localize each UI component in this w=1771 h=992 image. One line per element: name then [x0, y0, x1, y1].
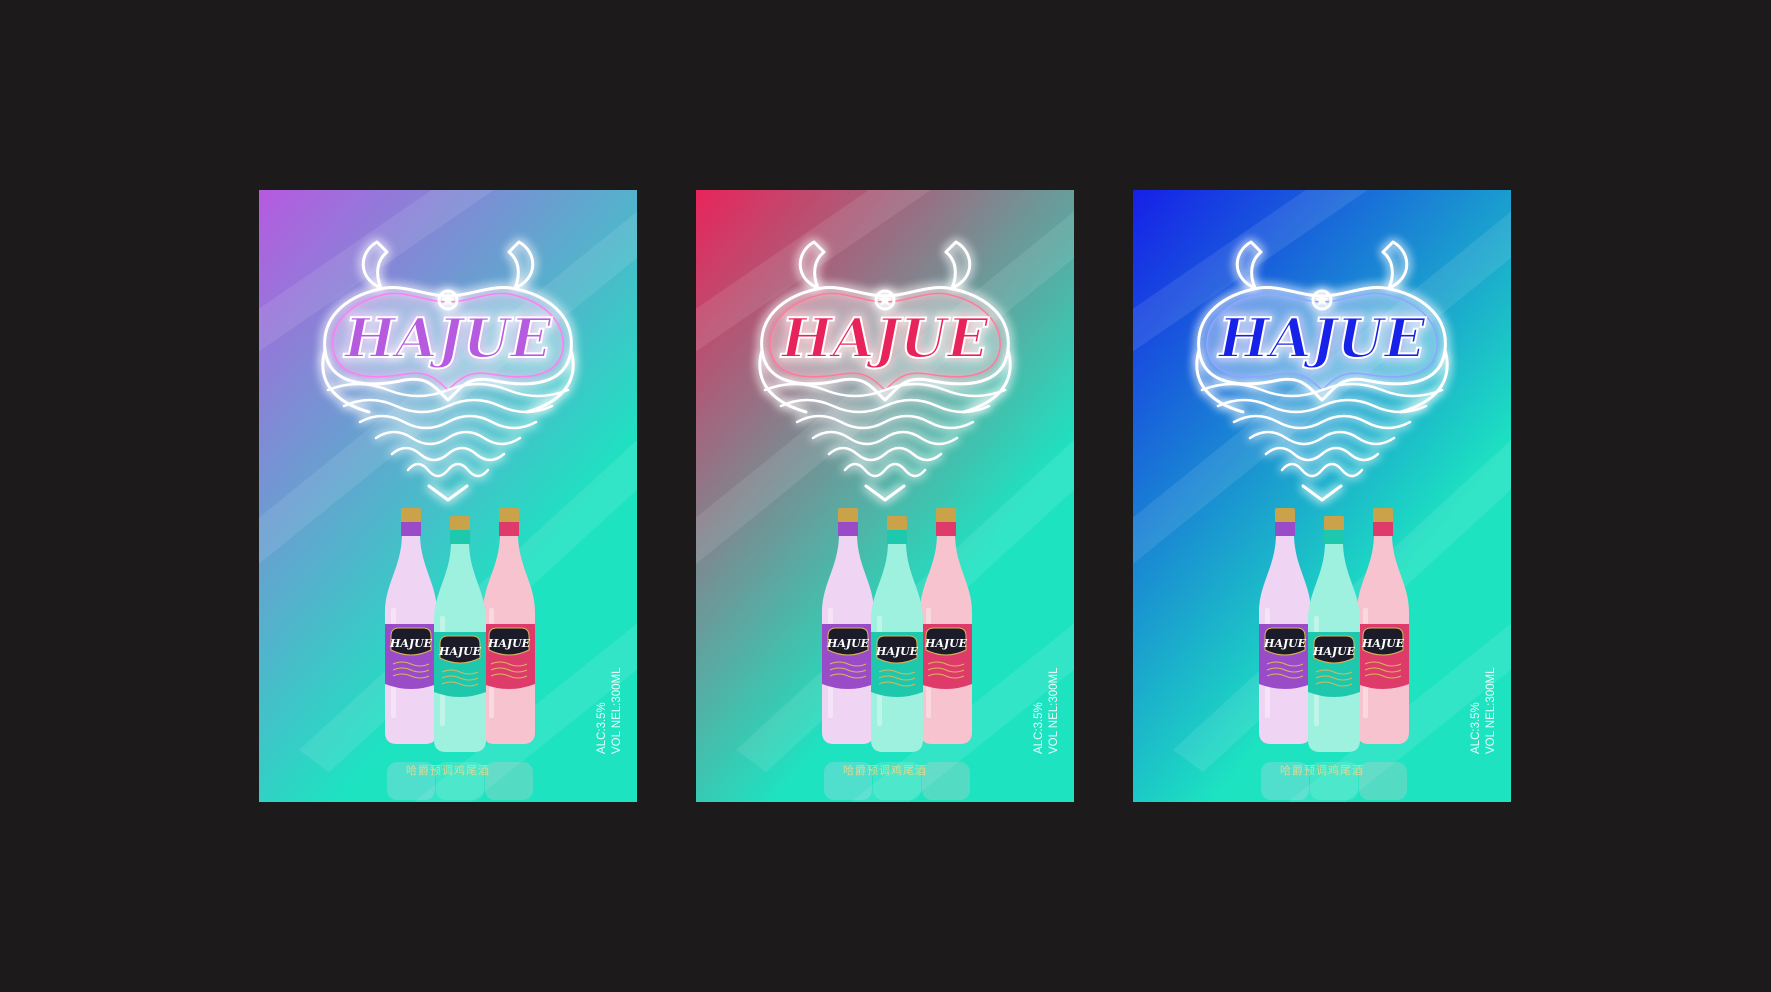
bottle-label-text: HAJUE	[1312, 645, 1356, 658]
product-tagline: 哈爵预调鸡尾酒	[843, 764, 927, 777]
bottle-label-text: HAJUE	[924, 637, 968, 650]
product-tagline: 哈爵预调鸡尾酒	[406, 764, 490, 777]
volume-content: VOL NEL:300ML	[611, 667, 623, 754]
bottle-label-text: HAJUE	[826, 637, 870, 650]
bottle-label-text: HAJUE	[487, 637, 531, 650]
brand-logo-text: HAJUE	[1217, 306, 1427, 370]
spec-info: ALC:3.5% VOL NEL:300ML	[1032, 658, 1068, 754]
volume-content: VOL NEL:300ML	[1048, 667, 1060, 754]
spec-info: ALC:3.5% VOL NEL:300ML	[1469, 658, 1505, 754]
poster-artwork: HAJUE HAJUE HAJUE HAJUE	[1133, 190, 1511, 802]
poster-purple: HAJUE HAJUE HAJUE HAJUE 哈爵预调鸡尾酒 ALC:3.5% VOL N…	[259, 190, 637, 802]
poster-artwork: HAJUE HAJUE HAJUE HAJUE	[696, 190, 1074, 802]
volume-content: VOL NEL:300ML	[1485, 667, 1497, 754]
poster-red: HAJUE HAJUE HAJUE HAJUE 哈爵预调鸡尾酒 ALC:3.5% VOL N…	[696, 190, 1074, 802]
poster-artwork: HAJUE HAJUE HAJUE HAJUE	[259, 190, 637, 802]
product-tagline: 哈爵预调鸡尾酒	[1280, 764, 1364, 777]
poster-blue: HAJUE HAJUE HAJUE HAJUE 哈爵预调鸡尾酒 ALC:3.5% VOL N…	[1133, 190, 1511, 802]
brand-logo-text: HAJUE	[780, 306, 990, 370]
bottle-label-text: HAJUE	[875, 645, 919, 658]
brand-logo-text: HAJUE	[343, 306, 553, 370]
bottle-label-text: HAJUE	[389, 637, 433, 650]
alcohol-content: ALC:3.5%	[1470, 702, 1482, 754]
spec-info: ALC:3.5% VOL NEL:300ML	[595, 658, 631, 754]
bottle-label-text: HAJUE	[438, 645, 482, 658]
alcohol-content: ALC:3.5%	[1033, 702, 1045, 754]
bottle-label-text: HAJUE	[1361, 637, 1405, 650]
bottle-label-text: HAJUE	[1263, 637, 1307, 650]
alcohol-content: ALC:3.5%	[596, 702, 608, 754]
